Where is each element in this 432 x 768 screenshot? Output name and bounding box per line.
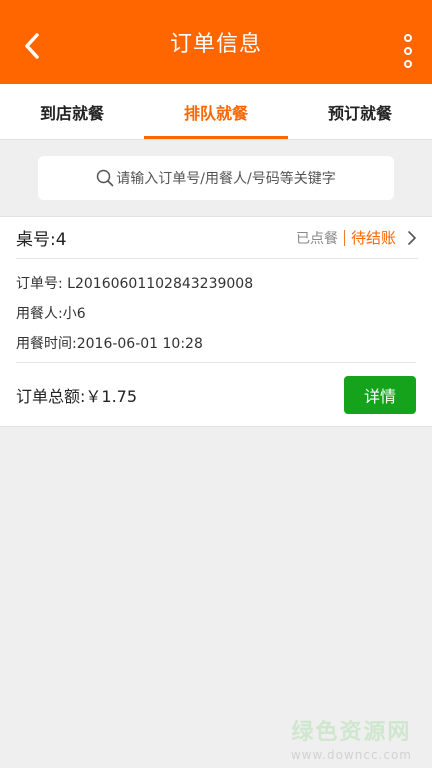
watermark-title: 绿色资源网 <box>291 720 412 745</box>
status-divider <box>343 229 345 246</box>
order-footer: 订单总额:￥1.75 详情 <box>16 364 416 426</box>
order-number: 订单号: L20160601102843239008 <box>16 276 254 292</box>
search-placeholder: 请输入订单号/用餐人/号码等关键字 <box>116 171 336 187</box>
app-header: 订单信息 <box>0 0 432 84</box>
order-info: 订单号: L20160601102843239008 用餐人:小6 用餐时间:2… <box>16 259 416 363</box>
order-card[interactable]: 桌号:4 已点餐 待结账 订单号: L20160601102843239008 … <box>0 216 432 427</box>
status-pending: 待结账 <box>350 229 396 247</box>
more-vertical-icon[interactable] <box>396 34 420 68</box>
watermark: 绿色资源网 www.downcc.com <box>291 714 412 762</box>
watermark-url: www.downcc.com <box>290 748 412 762</box>
diner-name: 用餐人:小6 <box>16 306 86 322</box>
chevron-left-icon <box>25 33 39 59</box>
order-card-header[interactable]: 桌号:4 已点餐 待结账 <box>16 217 418 259</box>
tab-bar: 到店就餐 排队就餐 预订就餐 <box>0 84 432 140</box>
table-number: 桌号:4 <box>16 230 67 250</box>
tab-dine-in[interactable]: 到店就餐 <box>0 84 144 139</box>
dining-time: 用餐时间:2016-06-01 10:28 <box>16 336 203 352</box>
detail-button[interactable]: 详情 <box>344 376 416 414</box>
status-ordered: 已点餐 <box>295 230 338 247</box>
chevron-right-icon[interactable] <box>406 230 418 245</box>
search-icon <box>97 169 114 187</box>
tab-queue[interactable]: 排队就餐 <box>144 84 288 139</box>
back-button[interactable] <box>14 28 50 64</box>
page-title: 订单信息 <box>169 32 262 57</box>
order-total: 订单总额:￥1.75 <box>16 387 138 406</box>
search-input[interactable]: 请输入订单号/用餐人/号码等关键字 <box>38 156 394 200</box>
tab-reservation[interactable]: 预订就餐 <box>288 84 432 139</box>
